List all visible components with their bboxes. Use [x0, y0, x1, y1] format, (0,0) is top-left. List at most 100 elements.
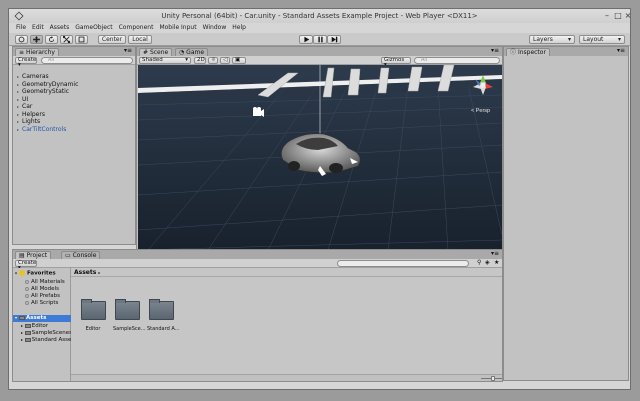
chevron-down-icon: ▾ [185, 57, 188, 63]
filter-label-icon[interactable]: ◈ [485, 259, 490, 266]
gizmos-label: Gizmos [384, 57, 405, 63]
tab-inspector[interactable]: ⓘ Inspector [506, 48, 550, 56]
menu-mobile-input[interactable]: Mobile Input [156, 23, 199, 33]
favorite-all-scripts[interactable]: All Scripts [25, 300, 58, 306]
star-icon [18, 270, 25, 276]
asset-folder-standard-assets[interactable]: Standard A... [147, 299, 179, 332]
persp-label[interactable]: < Persp [471, 108, 490, 114]
search-placeholder: All [48, 57, 55, 63]
pivot-local-toggle[interactable]: Local [128, 35, 152, 44]
audio-toggle[interactable]: ◁ [220, 57, 230, 64]
effects-dropdown[interactable]: ▣ [232, 57, 246, 64]
hierarchy-item[interactable]: ▸ GeometryDynamic [17, 81, 78, 88]
shading-mode-dropdown[interactable]: Shaded ▾ [139, 57, 191, 64]
favorite-all-prefabs[interactable]: All Prefabs [25, 293, 60, 299]
tab-console[interactable]: ▭ Console [61, 251, 101, 259]
speaker-icon: ◁ [223, 57, 228, 63]
inspector-tab-label: Inspector [517, 49, 546, 56]
favorite-star-icon[interactable]: ★ [494, 259, 499, 266]
rect-tool-button[interactable] [75, 35, 88, 44]
chevron-right-icon: ▸ [98, 270, 101, 275]
pause-button[interactable] [313, 35, 327, 44]
hand-tool-button[interactable] [15, 35, 28, 44]
search-icon [25, 300, 29, 305]
create-label: Create [18, 57, 37, 63]
menu-file[interactable]: File [13, 23, 29, 33]
scene-search-input[interactable]: All [414, 57, 500, 64]
folder-editor[interactable]: ▸ Editor [21, 323, 48, 329]
panel-menu-icon[interactable]: ▾≡ [491, 47, 499, 54]
console-tab-label: Console [72, 252, 97, 259]
title-bar: Unity Personal (64bit) - Car.unity - Sta… [9, 9, 631, 23]
hierarchy-search-input[interactable]: All [41, 57, 133, 64]
menu-bar: File Edit Assets GameObject Component Mobile … [9, 23, 630, 33]
icon-size-slider-thumb[interactable] [491, 376, 495, 381]
panel-menu-icon[interactable]: ▾≡ [491, 250, 499, 257]
hierarchy-item[interactable]: ▸ UI [17, 96, 28, 103]
close-button[interactable]: × [622, 11, 634, 21]
project-create-dropdown[interactable]: Create ▾ [15, 260, 37, 271]
play-icon [303, 36, 309, 43]
favorite-all-models[interactable]: All Models [25, 286, 59, 292]
pivot-center-toggle[interactable]: Center [98, 35, 126, 44]
breadcrumb-label[interactable]: Assets [74, 269, 96, 276]
tab-game[interactable]: ◔ Game [175, 48, 209, 56]
asset-folder-samplescenes[interactable]: SampleSce... [113, 299, 146, 332]
chevron-down-icon: ▾ [567, 36, 571, 43]
menu-assets[interactable]: Assets [47, 23, 73, 33]
project-tabstrip: ▤ Project ▭ Console ▾≡ [13, 250, 502, 259]
panel-menu-icon[interactable]: ▾≡ [617, 47, 625, 54]
gizmos-dropdown[interactable]: Gizmos ▾ [381, 57, 411, 68]
folder-label: SampleScenes [31, 330, 73, 336]
tab-project[interactable]: ▤ Project [15, 251, 52, 259]
inspector-tabstrip: ⓘ Inspector ▾≡ [504, 47, 628, 56]
asset-label: Editor [85, 326, 101, 332]
folder-standard-assets[interactable]: ▸ Standard Assets [21, 337, 76, 343]
game-tab-label: Game [186, 49, 205, 56]
tab-scene[interactable]: # Scene [139, 48, 173, 56]
hierarchy-item[interactable]: ▸ Car [17, 103, 32, 110]
menu-window[interactable]: Window [200, 23, 230, 33]
project-breadcrumb: Assets ▸ [71, 268, 502, 277]
folder-label: Editor [31, 323, 49, 329]
play-button[interactable] [299, 35, 313, 44]
hierarchy-create-dropdown[interactable]: Create ▾ [15, 57, 37, 68]
scale-tool-button[interactable] [60, 35, 73, 44]
layout-label: Layout [583, 36, 604, 43]
scene-viewport[interactable]: < Persp [138, 65, 502, 249]
game-pacman-icon: ◔ [179, 49, 185, 56]
rotate-tool-button[interactable] [45, 35, 58, 44]
sun-icon: ☼ [211, 57, 216, 63]
step-button[interactable] [327, 35, 341, 44]
local-label: Local [132, 36, 148, 43]
menu-edit[interactable]: Edit [29, 23, 47, 33]
hierarchy-subbar: Create ▾ All [13, 56, 135, 68]
tab-hierarchy[interactable]: ≡ Hierarchy [15, 48, 59, 56]
folder-samplescenes[interactable]: ▸ SampleScenes [21, 330, 72, 336]
hierarchy-item[interactable]: ▸ Lights [17, 118, 40, 125]
console-icon: ▭ [65, 252, 71, 259]
move-tool-button[interactable] [30, 35, 43, 44]
folder-icon [80, 299, 106, 320]
layers-dropdown[interactable]: Layers ▾ [529, 35, 575, 44]
hierarchy-item[interactable]: ▸ CarTiltControls [17, 126, 66, 133]
lighting-toggle[interactable]: ☼ [208, 57, 218, 64]
hierarchy-item[interactable]: ▸ Helpers [17, 111, 45, 118]
menu-help[interactable]: Help [229, 23, 249, 33]
mode-2d-toggle[interactable]: 2D [194, 57, 206, 64]
asset-folder-editor[interactable]: Editor [79, 299, 107, 332]
favorites-node[interactable]: ▾ Favorites [15, 270, 56, 277]
project-search-input[interactable] [337, 260, 469, 267]
layout-dropdown[interactable]: Layout ▾ [579, 35, 625, 44]
hierarchy-item[interactable]: ▸ Cameras [17, 73, 49, 80]
assets-node-selected[interactable]: ▾ Assets [13, 315, 71, 322]
menu-gameobject[interactable]: GameObject [72, 23, 115, 33]
menu-component[interactable]: Component [116, 23, 157, 33]
favorite-all-materials[interactable]: All Materials [25, 279, 65, 285]
scene-tabstrip: # Scene ◔ Game ▾≡ [137, 47, 502, 56]
scene-tab-label: Scene [149, 49, 169, 56]
filter-type-icon[interactable]: ⚲ [477, 259, 481, 266]
panel-menu-icon[interactable]: ▾≡ [124, 47, 132, 54]
project-panel: ▤ Project ▭ Console ▾≡ Create ▾ ⚲ ◈ ★ ▾ … [12, 249, 503, 382]
hierarchy-item[interactable]: ▸ GeometryStatic [17, 88, 69, 95]
